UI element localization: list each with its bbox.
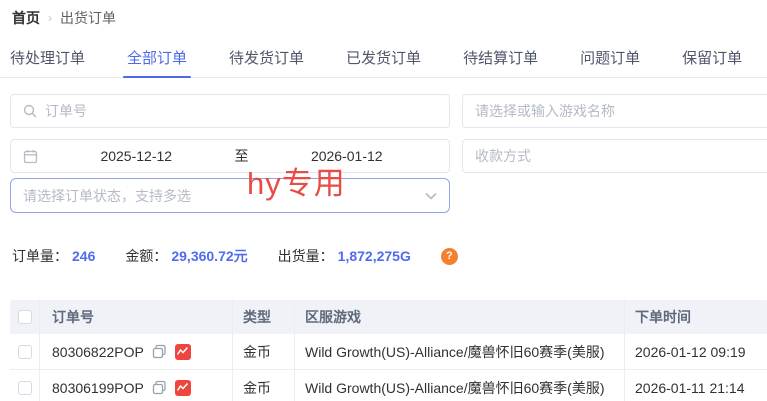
order-number-search-box (10, 94, 450, 128)
tab-all-orders[interactable]: 全部订单 (127, 44, 187, 77)
tab-to-ship-orders[interactable]: 待发货订单 (229, 44, 304, 77)
select-all-checkbox[interactable] (18, 310, 32, 324)
orders-table: 订单号 类型 区服游戏 下单时间 80306822POP 金币 Wild Gro… (10, 300, 767, 401)
table-header-row: 订单号 类型 区服游戏 下单时间 (10, 300, 767, 334)
search-icon (23, 104, 37, 118)
order-tabs: 待处理订单 全部订单 待发货订单 已发货订单 待结算订单 问题订单 保留订单 (0, 44, 767, 78)
date-start-value[interactable]: 2025-12-12 (46, 148, 227, 164)
row-checkbox[interactable] (18, 345, 32, 359)
stat-order-count-label: 订单量： (12, 246, 68, 266)
stat-shipment-value: 1,872,275G (338, 248, 411, 264)
copy-icon[interactable] (152, 380, 167, 395)
order-number-cell: 80306199POP (40, 370, 233, 401)
stat-amount: 金额： 29,360.72元 (125, 246, 247, 266)
row-checkbox[interactable] (18, 381, 32, 395)
tab-to-settle-orders[interactable]: 待结算订单 (463, 44, 538, 77)
order-number-text: 80306822POP (52, 344, 144, 360)
game-name-input[interactable] (475, 103, 767, 119)
order-status-placeholder: 请选择订单状态，支持多选 (23, 186, 191, 206)
tab-retained-orders[interactable]: 保留订单 (682, 44, 742, 77)
help-icon[interactable]: ? (441, 248, 458, 265)
order-type-cell: 金币 (233, 334, 295, 369)
table-header-type: 类型 (233, 300, 295, 334)
order-type-cell: 金币 (233, 370, 295, 401)
payment-method-select-box (462, 139, 767, 173)
order-game-cell: Wild Growth(US)-Alliance/魔兽怀旧60赛季(美服) (295, 334, 625, 369)
order-time-cell: 2026-01-11 21:14 (625, 370, 767, 401)
tab-pending-orders[interactable]: 待处理订单 (10, 44, 85, 77)
tab-problem-orders[interactable]: 问题订单 (580, 44, 640, 77)
table-header-time: 下单时间 (625, 300, 767, 334)
summary-stats: 订单量： 246 金额： 29,360.72元 出货量： 1,872,275G … (12, 246, 458, 266)
price-trend-icon[interactable] (175, 344, 191, 360)
table-header-order-no: 订单号 (40, 300, 233, 334)
order-number-cell: 80306822POP (40, 334, 233, 369)
calendar-icon (23, 149, 38, 164)
stat-order-count: 订单量： 246 (12, 246, 95, 266)
stat-amount-label: 金额： (125, 246, 167, 266)
stat-amount-value: 29,360.72元 (171, 246, 247, 266)
order-game-cell: Wild Growth(US)-Alliance/魔兽怀旧60赛季(美服) (295, 370, 625, 401)
breadcrumb-current: 出货订单 (60, 8, 116, 28)
game-name-select-box (462, 94, 767, 128)
order-status-multiselect[interactable]: 请选择订单状态，支持多选 (10, 178, 450, 213)
shipping-orders-page: 首页 › 出货订单 待处理订单 全部订单 待发货订单 已发货订单 待结算订单 问… (0, 0, 767, 401)
breadcrumb-separator-icon: › (48, 11, 52, 25)
breadcrumb: 首页 › 出货订单 (12, 8, 116, 28)
payment-method-input[interactable] (475, 148, 767, 164)
table-row: 80306822POP 金币 Wild Growth(US)-Alliance/… (10, 334, 767, 370)
date-range-picker[interactable]: 2025-12-12 至 2026-01-12 (10, 139, 450, 173)
breadcrumb-home-link[interactable]: 首页 (12, 8, 40, 28)
tab-shipped-orders[interactable]: 已发货订单 (346, 44, 421, 77)
order-time-cell: 2026-01-12 09:19 (625, 334, 767, 369)
row-checkbox-cell (10, 370, 40, 401)
row-checkbox-cell (10, 334, 40, 369)
stat-shipment-label: 出货量： (278, 246, 334, 266)
order-number-text: 80306199POP (52, 380, 144, 396)
order-number-input[interactable] (45, 103, 437, 119)
price-trend-icon[interactable] (175, 380, 191, 396)
red-annotation-text: hy专用 (247, 158, 346, 203)
table-row: 80306199POP 金币 Wild Growth(US)-Alliance/… (10, 370, 767, 401)
stat-order-count-value: 246 (72, 248, 95, 264)
copy-icon[interactable] (152, 344, 167, 359)
table-header-game: 区服游戏 (295, 300, 625, 334)
chevron-down-icon (425, 192, 437, 200)
stat-shipment: 出货量： 1,872,275G (278, 246, 411, 266)
table-header-checkbox-cell (10, 300, 40, 334)
